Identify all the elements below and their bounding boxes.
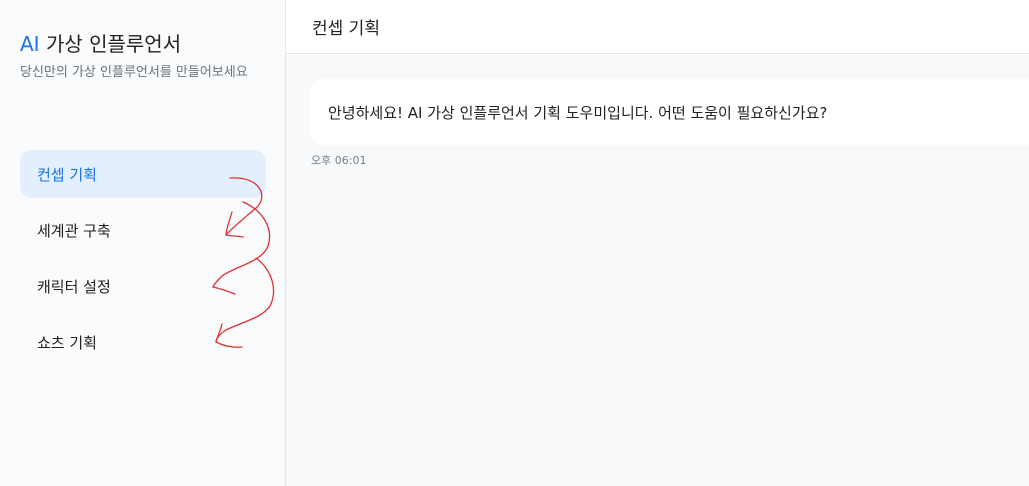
sidebar-item-concept[interactable]: 컨셉 기획 xyxy=(20,150,266,198)
app-title-text: 가상 인플루언서 xyxy=(39,32,182,56)
message-timestamp: 오후 06:01 xyxy=(311,154,367,167)
app-title-ai: AI xyxy=(20,32,40,56)
app-window: AI 가상 인플루언서 당신만의 가상 인플루언서를 만들어보세요 컨셉 기획 … xyxy=(0,0,1029,486)
app-subtitle: 당신만의 가상 인플루언서를 만들어보세요 xyxy=(20,65,248,80)
sidebar-item-label: 쇼츠 기획 xyxy=(37,333,97,352)
sidebar-item-label: 캐릭터 설정 xyxy=(37,277,111,296)
sidebar-item-label: 컨셉 기획 xyxy=(37,165,97,184)
main-panel: 컨셉 기획 안녕하세요! AI 가상 인플루언서 기획 도우미입니다. 어떤 도… xyxy=(286,0,1029,486)
assistant-message-text: 안녕하세요! AI 가상 인플루언서 기획 도우미입니다. 어떤 도움이 필요하… xyxy=(328,103,828,122)
sidebar-item-label: 세계관 구축 xyxy=(37,221,111,240)
assistant-message: 안녕하세요! AI 가상 인플루언서 기획 도우미입니다. 어떤 도움이 필요하… xyxy=(310,79,1029,145)
page-title: 컨셉 기획 xyxy=(312,19,380,39)
sidebar: AI 가상 인플루언서 당신만의 가상 인플루언서를 만들어보세요 컨셉 기획 … xyxy=(0,0,286,486)
sidebar-nav: 컨셉 기획 세계관 구축 캐릭터 설정 쇼츠 기획 xyxy=(20,150,266,374)
page-header: 컨셉 기획 xyxy=(286,0,1029,54)
sidebar-item-worldbuilding[interactable]: 세계관 구축 xyxy=(20,206,266,254)
app-title: AI 가상 인플루언서 xyxy=(20,31,181,57)
sidebar-item-shorts[interactable]: 쇼츠 기획 xyxy=(20,318,266,366)
sidebar-item-character[interactable]: 캐릭터 설정 xyxy=(20,262,266,310)
